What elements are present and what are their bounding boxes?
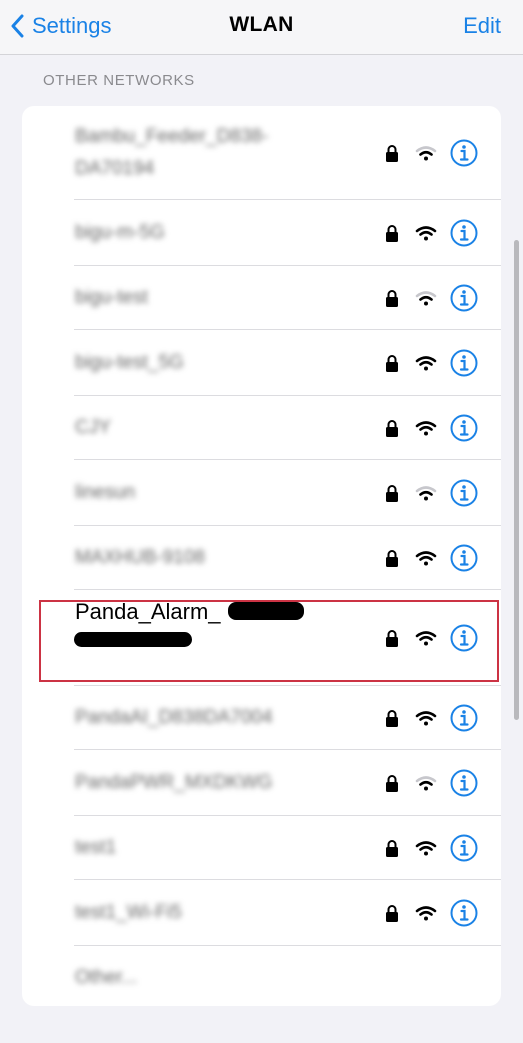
network-row[interactable]: Bambu_Feeder_D838-DA70194 [22,106,501,200]
other-network-row[interactable]: Other... [22,946,501,1006]
network-row[interactable]: bigu-test [22,266,501,330]
info-icon[interactable] [450,414,478,442]
other-network-label: Other... [75,967,138,988]
network-name: Bambu_Feeder_D838-DA70194 [75,126,269,179]
wifi-icon [415,841,437,856]
network-name: linesun [75,482,136,503]
page-title: WLAN [229,13,294,36]
lock-icon [386,550,398,567]
network-row[interactable]: bigu-test_5G [22,330,501,396]
edit-button[interactable]: Edit [463,13,501,39]
network-row[interactable]: test1 [22,816,501,880]
network-name: bigu-m-5G [75,222,165,243]
network-name: test1 [75,837,117,858]
info-icon[interactable] [450,284,478,312]
highlight-box [39,600,499,682]
lock-icon [386,420,398,437]
network-row[interactable]: bigu-m-5G [22,200,501,266]
networks-list: Bambu_Feeder_D838-DA70194 bigu-m-5G bigu… [22,106,501,1006]
network-name: PandaAI_D838DA7004 [75,707,273,728]
info-icon[interactable] [450,219,478,247]
network-row[interactable]: test1_Wi-Fi5 [22,880,501,946]
lock-icon [386,290,398,307]
info-icon[interactable] [450,899,478,927]
wifi-icon [415,711,437,726]
info-icon[interactable] [450,349,478,377]
lock-icon [386,840,398,857]
network-name: bigu-test_5G [75,352,184,373]
info-icon[interactable] [450,704,478,732]
network-name: test1_Wi-Fi5 [75,902,182,923]
network-name: PandaPWR_MXDKWG [75,772,273,793]
wifi-icon [415,146,437,161]
section-header: OTHER NETWORKS [43,72,195,89]
network-row[interactable]: PandaPWR_MXDKWG [22,750,501,816]
navigation-bar: Settings WLAN Edit [0,0,523,55]
lock-icon [386,145,398,162]
network-name: CJY [75,417,111,438]
wifi-icon [415,226,437,241]
lock-icon [386,485,398,502]
lock-icon [386,710,398,727]
scrollbar[interactable] [514,240,519,720]
network-name: bigu-test [75,287,148,308]
wifi-icon [415,551,437,566]
wifi-icon [415,906,437,921]
network-name: MAXHUB-9108 [75,547,205,568]
info-icon[interactable] [450,769,478,797]
lock-icon [386,905,398,922]
network-row[interactable]: CJY [22,396,501,460]
wifi-icon [415,356,437,371]
info-icon[interactable] [450,479,478,507]
lock-icon [386,775,398,792]
wifi-icon [415,776,437,791]
network-row[interactable]: linesun [22,460,501,526]
wifi-icon [415,291,437,306]
info-icon[interactable] [450,139,478,167]
info-icon[interactable] [450,544,478,572]
wifi-icon [415,421,437,436]
lock-icon [386,225,398,242]
network-row[interactable]: MAXHUB-9108 [22,526,501,590]
info-icon[interactable] [450,834,478,862]
lock-icon [386,355,398,372]
network-row[interactable]: PandaAI_D838DA7004 [22,686,501,750]
wifi-icon [415,486,437,501]
